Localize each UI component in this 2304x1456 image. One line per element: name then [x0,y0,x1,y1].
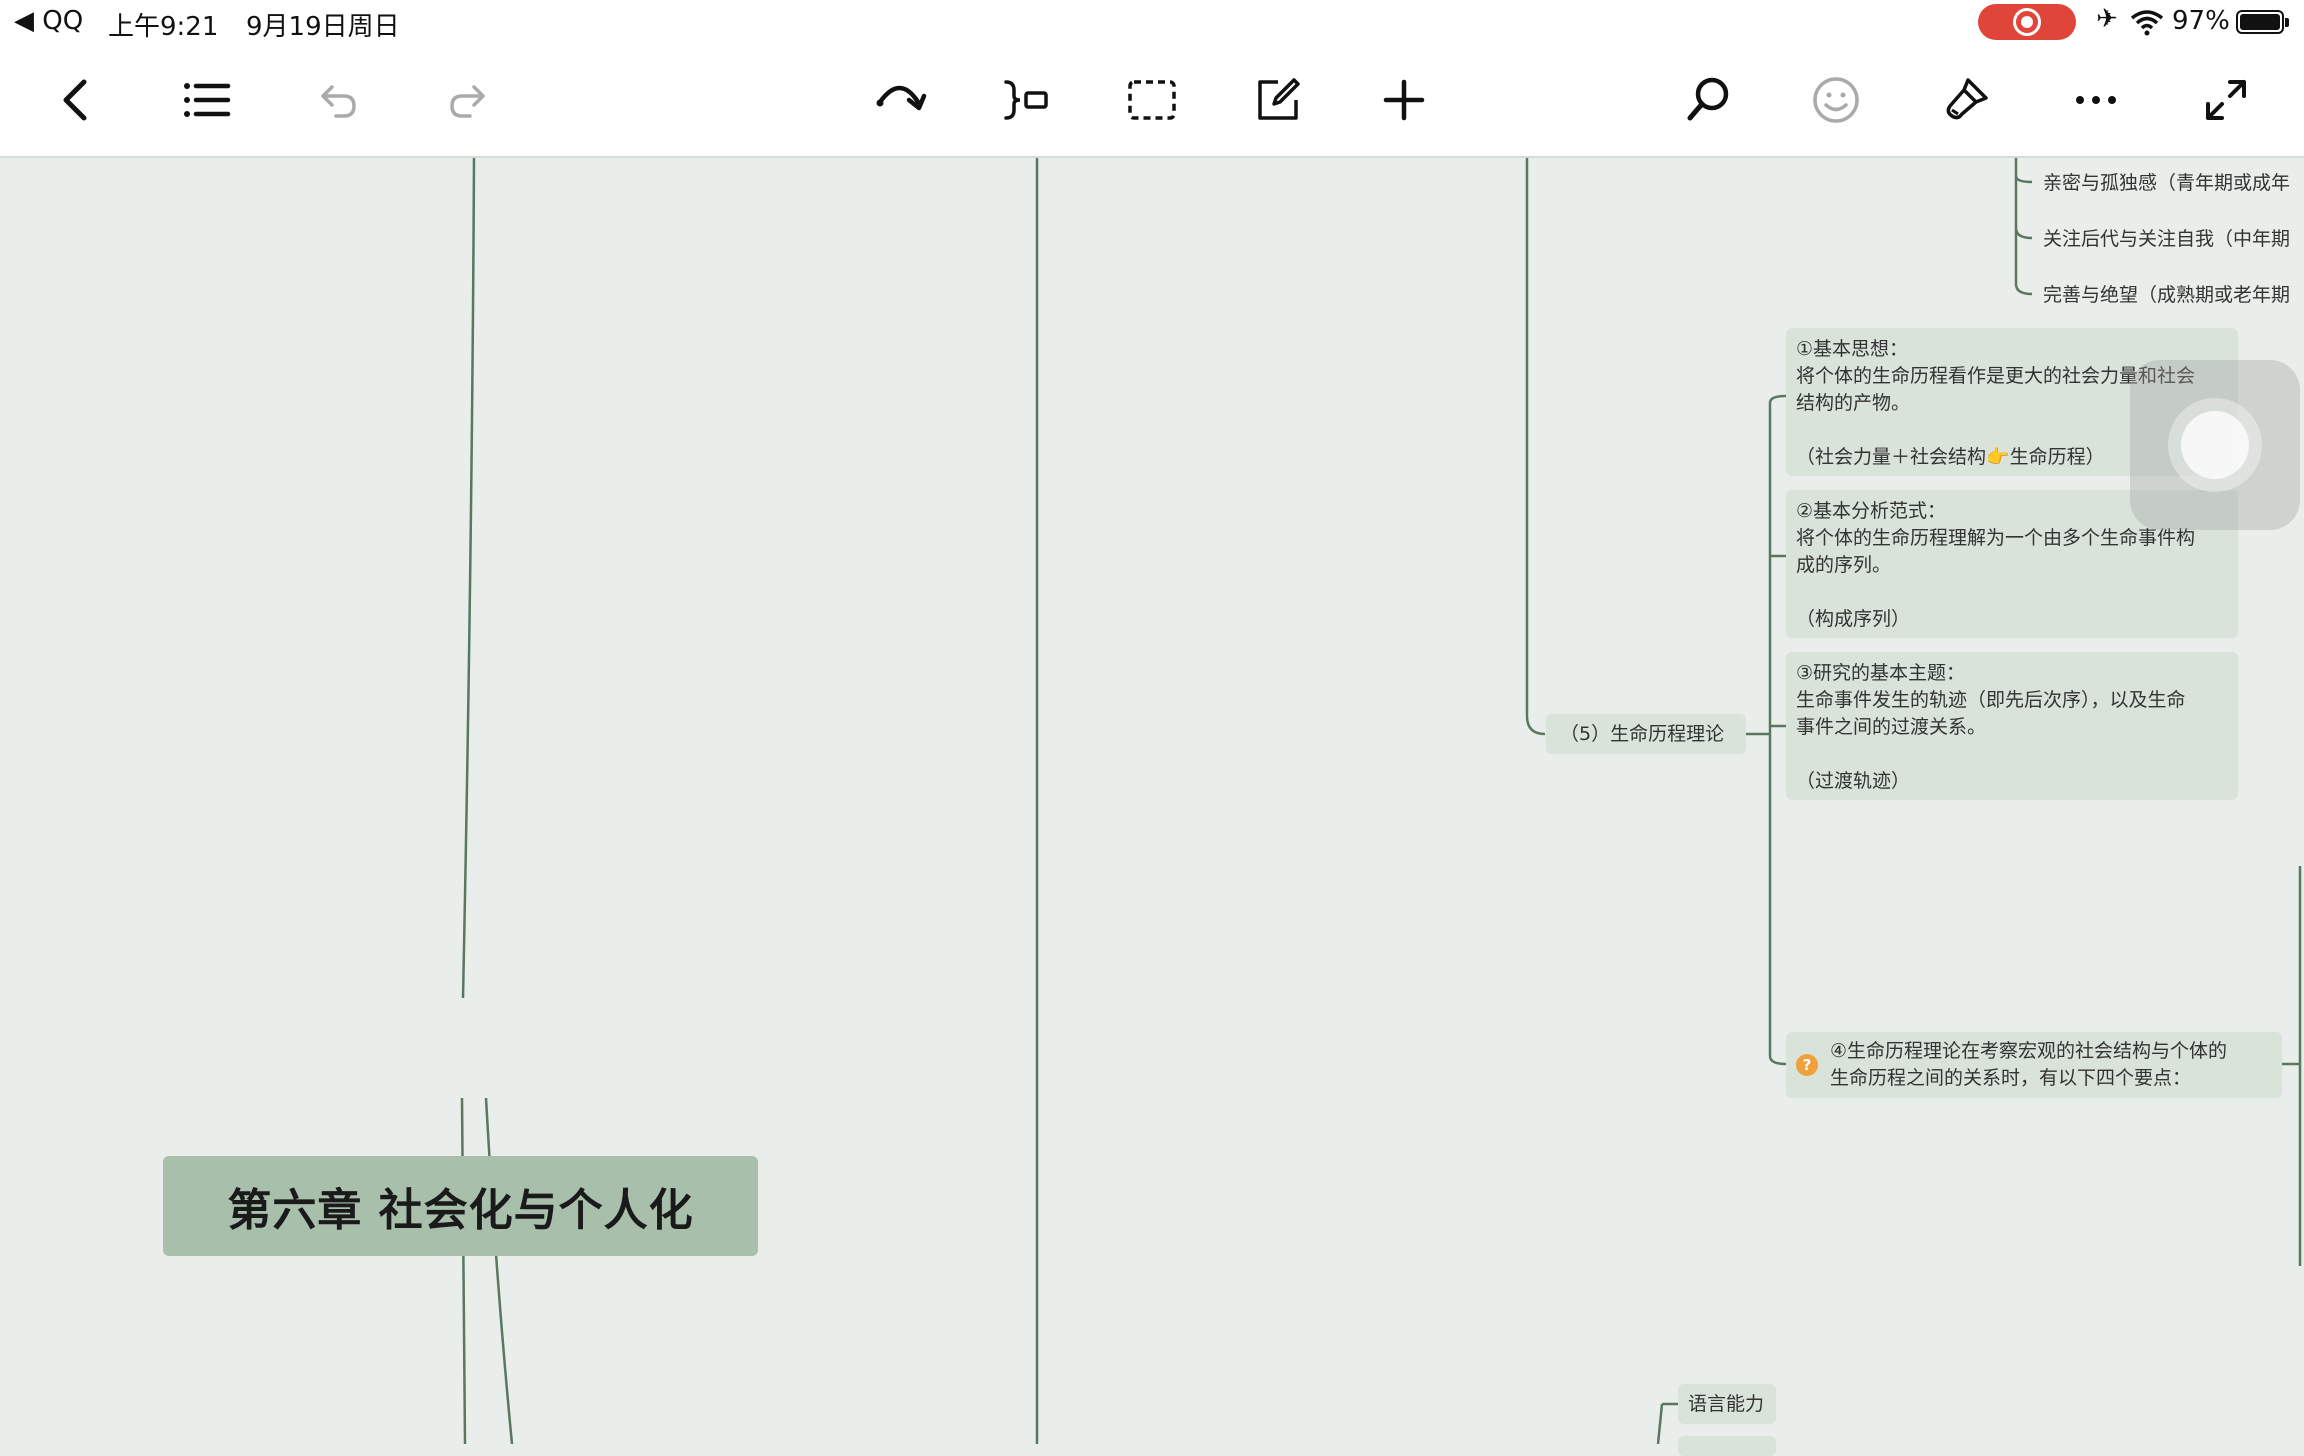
note-edit-icon[interactable] [1246,68,1310,132]
point-heading: ③研究的基本主题： [1796,662,1966,684]
assistive-touch-button[interactable] [2130,360,2300,530]
life-course-theory-topic[interactable]: （5）生命历程理论 [1546,714,1746,754]
erikson-stage-integrity[interactable]: 完善与绝望（成熟期或老年期 [2043,280,2290,307]
add-topic-icon[interactable] [1372,68,1436,132]
point-text-line: 生命事件发生的轨迹（即先后次序），以及生命 [1796,689,2186,711]
status-time: 上午9:21 [108,12,219,42]
summary-bracket-icon[interactable] [994,68,1058,132]
battery-percent: 97% [2172,6,2230,36]
language-ability-topic[interactable]: 语言能力 [1678,1384,1776,1424]
search-icon[interactable] [1676,68,1740,132]
central-topic[interactable]: 第六章 社会化与个人化 [163,1156,758,1256]
boundary-icon[interactable] [1120,68,1184,132]
airplane-mode-icon: ✈ [2096,4,2118,34]
status-bar: ◀ QQ 上午9:21 9月19日周日 ✈ 97% [0,0,2304,44]
point-note: （过渡轨迹） [1796,770,1911,792]
next-topic-partial[interactable] [1678,1436,1776,1456]
point-heading: ①基本思想： [1796,338,1909,360]
undo-icon[interactable] [306,68,370,132]
mindmap-canvas[interactable]: 亲密与孤独感（青年期或成年 关注后代与关注自我（中年期 完善与绝望（成熟期或老年… [0,158,2304,1456]
erikson-stage-generativity[interactable]: 关注后代与关注自我（中年期 [2043,224,2290,251]
point-text-line: 成的序列。 [1796,554,1892,576]
status-date: 9月19日周日 [246,12,400,42]
erikson-stage-intimacy[interactable]: 亲密与孤独感（青年期或成年 [2043,168,2290,195]
relationship-arrow-icon[interactable] [868,68,932,132]
point-text-line: 事件之间的过渡关系。 [1796,716,1987,738]
back-icon[interactable] [44,68,108,132]
life-course-point-research-theme[interactable]: ③研究的基本主题： 生命事件发生的轨迹（即先后次序），以及生命 事件之间的过渡关… [1786,652,2238,800]
life-course-point-four-key-points[interactable]: ④生命历程理论在考察宏观的社会结构与个体的 生命历程之间的关系时，有以下四个要点… [1786,1032,2282,1098]
point-text-line: ④生命历程理论在考察宏观的社会结构与个体的 [1830,1040,2228,1062]
editor-toolbar [0,44,2304,158]
screen-recording-indicator[interactable] [1978,4,2076,40]
emoji-sticker-icon[interactable] [1804,68,1868,132]
wifi-icon [2130,10,2164,36]
fullscreen-icon[interactable] [2194,68,2258,132]
redo-icon[interactable] [436,68,500,132]
back-to-app-link[interactable]: ◀ QQ [14,6,83,36]
format-brush-icon[interactable] [1934,68,1998,132]
question-marker-icon[interactable]: ? [1796,1054,1818,1076]
more-icon[interactable] [2064,68,2128,132]
point-note: （构成序列） [1796,608,1911,630]
outline-list-icon[interactable] [174,68,238,132]
point-text-line: 生命历程之间的关系时，有以下四个要点： [1830,1067,2192,1089]
battery-icon [2236,10,2289,34]
